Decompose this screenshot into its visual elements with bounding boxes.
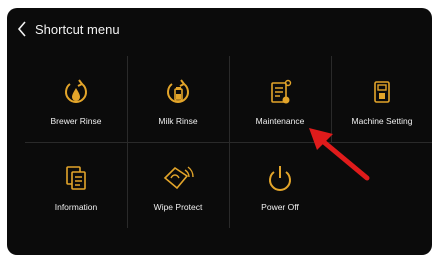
power-off-icon	[260, 158, 300, 198]
maintenance-icon	[260, 72, 300, 112]
annotation-arrow-icon	[309, 128, 370, 181]
wipe-protect-icon	[158, 158, 198, 198]
tile-label: Milk Rinse	[158, 116, 198, 126]
tile-label: Power Off	[261, 202, 299, 212]
information-button[interactable]: Information	[25, 142, 127, 228]
machine-setting-icon	[362, 72, 402, 112]
tile-label: Wipe Protect	[153, 202, 203, 212]
information-icon	[56, 158, 96, 198]
wipe-protect-button[interactable]: Wipe Protect	[127, 142, 229, 228]
tile-label: Brewer Rinse	[50, 116, 102, 126]
milk-rinse-icon	[158, 72, 198, 112]
tile-label: Maintenance	[255, 116, 305, 126]
chevron-left-icon[interactable]	[17, 20, 29, 38]
tile-label: Machine Setting	[351, 116, 413, 126]
tile-label: Information	[54, 202, 98, 212]
milk-rinse-button[interactable]: Milk Rinse	[127, 56, 229, 142]
page-title: Shortcut menu	[35, 21, 120, 37]
brewer-rinse-button[interactable]: Brewer Rinse	[25, 56, 127, 142]
brewer-rinse-icon	[56, 72, 96, 112]
header-back-button[interactable]: Shortcut menu	[17, 18, 120, 40]
shortcut-menu-screen: Shortcut menu Brewer Rinse Milk Rinse Ma…	[7, 8, 432, 255]
